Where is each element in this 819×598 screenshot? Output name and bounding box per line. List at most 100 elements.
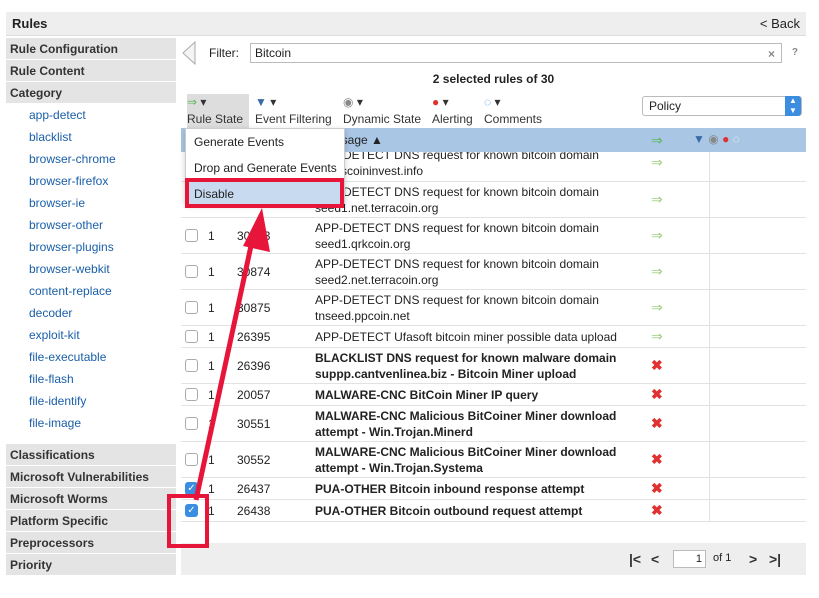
column-divider [709, 384, 710, 405]
main-panel: Filter: Bitcoin × ? 2 selected rules of … [181, 38, 806, 575]
rule-generate-events-icon: ⇒ [651, 263, 663, 279]
category-item-decoder[interactable]: decoder [6, 302, 176, 324]
category-item-file-executable[interactable]: file-executable [6, 346, 176, 368]
category-item-blacklist[interactable]: blacklist [6, 126, 176, 148]
table-row[interactable]: ✓ 1 26438 PUA-OTHER Bitcoin outbound reques… [181, 500, 806, 522]
row-checkbox[interactable] [185, 417, 198, 430]
table-row[interactable]: 1 30874 APP-DETECT DNS request for known b… [181, 254, 806, 290]
rule-disabled-icon: ✖ [651, 480, 663, 496]
table-row[interactable]: 1 30875 APP-DETECT DNS request for known b… [181, 290, 806, 326]
comment-icon: ◌ ▾ [484, 95, 501, 109]
row-gid: 1 [208, 388, 215, 402]
help-icon[interactable]: ? [792, 47, 798, 58]
sidebar-section-category[interactable]: Category [6, 82, 176, 104]
rule-generate-events-icon: ⇒ [651, 227, 663, 243]
category-item-app-detect[interactable]: app-detect [6, 104, 176, 126]
row-gid: 1 [208, 504, 215, 518]
sidebar-section-rule-configuration[interactable]: Rule Configuration [6, 38, 176, 60]
category-item-browser-webkit[interactable]: browser-webkit [6, 258, 176, 280]
back-button[interactable]: < Back [760, 16, 800, 31]
row-message: APP-DETECT Ufasoft bitcoin miner possibl… [315, 329, 645, 345]
category-item-file-image[interactable]: file-image [6, 412, 176, 434]
clear-icon[interactable]: × [768, 45, 775, 63]
row-message-line: APP-DETECT DNS request for known bitcoin… [315, 293, 599, 307]
category-item-file-identify[interactable]: file-identify [6, 390, 176, 412]
row-sid: 26396 [237, 359, 271, 373]
page-input[interactable]: 1 [673, 550, 706, 568]
category-item-browser-other[interactable]: browser-other [6, 214, 176, 236]
row-message-line: MALWARE-CNC BitCoin Miner IP query [315, 388, 539, 402]
category-item-exploit-kit[interactable]: exploit-kit [6, 324, 176, 346]
rule-generate-events-icon: ⇒ [651, 154, 663, 170]
row-message-line: MALWARE-CNC Malicious BitCoiner Miner do… [315, 409, 617, 423]
category-item-content-replace[interactable]: content-replace [6, 280, 176, 302]
row-checkbox[interactable] [185, 265, 198, 278]
sidebar: Rule Configuration Rule Content Category a… [6, 38, 176, 575]
category-item-browser-chrome[interactable]: browser-chrome [6, 148, 176, 170]
rule-generate-events-icon: ⇒ [651, 299, 663, 315]
table-row[interactable]: 1 26396 BLACKLIST DNS request for known ma… [181, 348, 806, 384]
column-divider [709, 290, 710, 325]
row-checkbox[interactable] [185, 229, 198, 242]
policy-select[interactable]: Policy ▲ ▼ [642, 96, 802, 116]
table-row[interactable]: 1 30551 MALWARE-CNC Malicious BitCoiner Mi… [181, 406, 806, 442]
category-item-browser-firefox[interactable]: browser-firefox [6, 170, 176, 192]
rule-state-button[interactable]: ⇒ ▾ Rule State [187, 94, 249, 128]
table-row[interactable]: 1 26395 APP-DETECT Ufasoft bitcoin miner p… [181, 326, 806, 348]
row-checkbox[interactable] [185, 453, 198, 466]
table-row[interactable]: 1 30552 MALWARE-CNC Malicious BitCoiner Mi… [181, 442, 806, 478]
last-page-icon[interactable]: >| [769, 551, 781, 567]
column-divider [709, 218, 710, 253]
row-checkbox[interactable]: ✓ [185, 504, 198, 517]
first-page-icon[interactable]: |< [629, 551, 641, 567]
comments-label: Comments [484, 112, 543, 126]
sidebar-section-platform-specific[interactable]: Platform Specific [6, 510, 176, 532]
row-message-line: APP-DETECT DNS request for known bitcoin… [315, 257, 599, 271]
policy-value: Policy [649, 99, 682, 113]
menu-item-drop-and-generate[interactable]: Drop and Generate Events [186, 155, 344, 181]
row-checkbox[interactable] [185, 301, 198, 314]
row-checkbox[interactable] [185, 388, 198, 401]
row-gid: 1 [208, 229, 215, 243]
filter-input[interactable]: Bitcoin × [250, 43, 782, 63]
sidebar-section-preprocessors[interactable]: Preprocessors [6, 532, 176, 554]
category-item-file-flash[interactable]: file-flash [6, 368, 176, 390]
table-row[interactable]: ✓ 1 26437 PUA-OTHER Bitcoin inbound respons… [181, 478, 806, 500]
sidebar-section-microsoft-vulnerabilities[interactable]: Microsoft Vulnerabilities [6, 466, 176, 488]
row-checkbox[interactable] [185, 330, 198, 343]
menu-item-generate-events[interactable]: Generate Events [186, 129, 344, 155]
collapse-chevron-icon[interactable] [181, 41, 197, 65]
row-sid: 30551 [237, 417, 271, 431]
event-filtering-button[interactable]: ▼ ▾ Event Filtering [255, 94, 337, 128]
menu-item-disable[interactable]: Disable [186, 181, 344, 207]
rule-disabled-icon: ✖ [651, 357, 663, 373]
column-divider [709, 182, 710, 217]
column-divider [709, 254, 710, 289]
sidebar-section-rule-content[interactable]: Rule Content [6, 60, 176, 82]
table-row[interactable]: 1 30873 APP-DETECT DNS request for known b… [181, 218, 806, 254]
alerting-label: Alerting [432, 112, 473, 126]
row-checkbox[interactable] [185, 359, 198, 372]
rule-disabled-icon: ✖ [651, 415, 663, 431]
row-sid: 20057 [237, 388, 271, 402]
alerting-button[interactable]: ● ▾ Alerting [432, 94, 478, 128]
rule-state-menu: Generate Events Drop and Generate Events… [185, 128, 345, 207]
category-item-browser-ie[interactable]: browser-ie [6, 192, 176, 214]
row-sid: 30875 [237, 301, 271, 315]
row-message-line: APP-DETECT Ufasoft bitcoin miner possibl… [315, 330, 617, 344]
sidebar-section-priority[interactable]: Priority [6, 554, 176, 575]
comments-button[interactable]: ◌ ▾ Comments [484, 94, 546, 128]
category-item-browser-plugins[interactable]: browser-plugins [6, 236, 176, 258]
sidebar-section-microsoft-worms[interactable]: Microsoft Worms [6, 488, 176, 510]
row-sid: 30874 [237, 265, 271, 279]
row-checkbox[interactable]: ✓ [185, 482, 198, 495]
row-gid: 1 [208, 453, 215, 467]
table-row[interactable]: 1 20057 MALWARE-CNC BitCoin Miner IP query… [181, 384, 806, 406]
dynamic-state-button[interactable]: ◉ ▾ Dynamic State [343, 94, 427, 128]
row-message-line: PUA-OTHER Bitcoin outbound request attem… [315, 504, 583, 518]
rule-disabled-icon: ✖ [651, 451, 663, 467]
row-gid: 1 [208, 301, 215, 315]
sidebar-section-classifications[interactable]: Classifications [6, 444, 176, 466]
next-page-icon[interactable]: > [749, 551, 757, 567]
prev-page-icon[interactable]: < [651, 551, 659, 567]
